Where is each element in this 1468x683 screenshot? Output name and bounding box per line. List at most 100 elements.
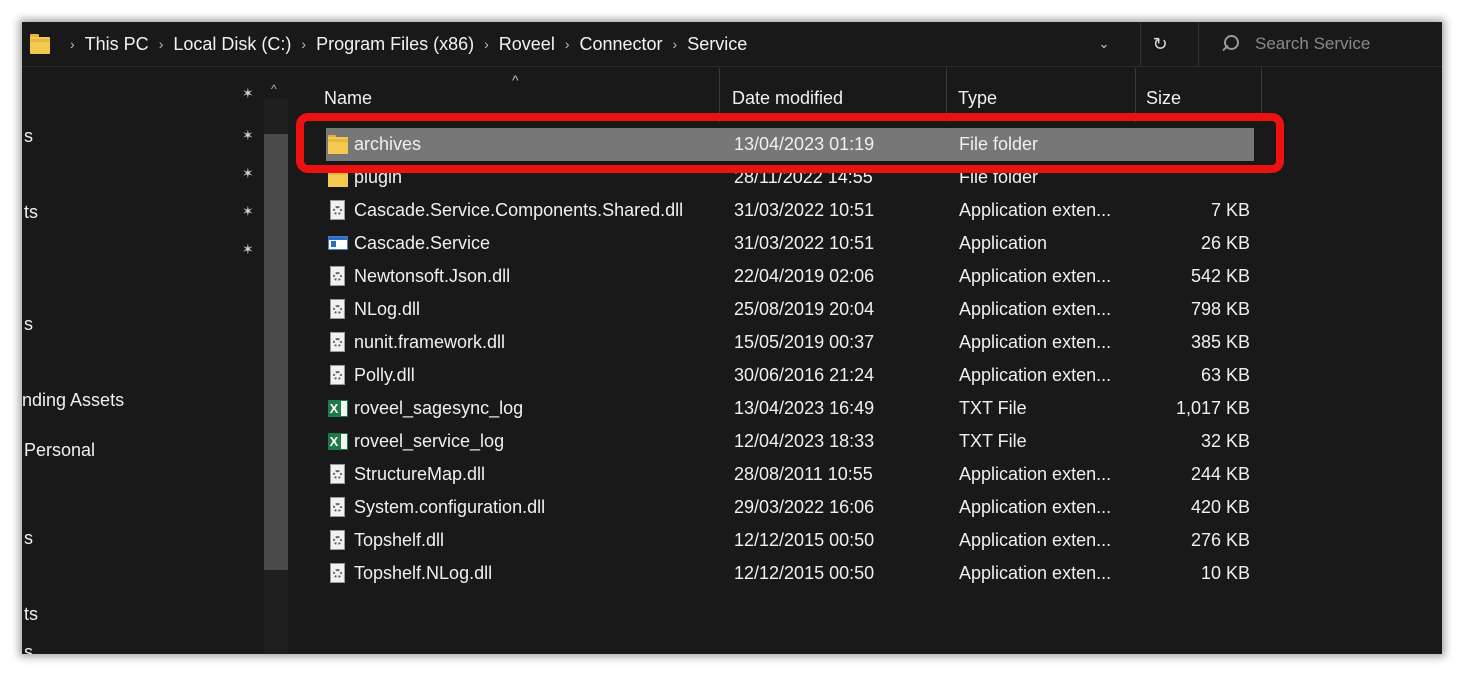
- pin-icon[interactable]: ✶: [242, 86, 256, 100]
- navigation-pane: ^ ✶ ✶ ✶ ✶ ✶ s ts s nding Assets Personal…: [22, 68, 292, 654]
- file-date: 12/12/2015 00:50: [734, 563, 875, 583]
- breadcrumb-local-disk[interactable]: Local Disk (C:): [173, 34, 291, 55]
- nav-item[interactable]: s: [24, 314, 33, 335]
- table-row[interactable]: NLog.dll 25/08/2019 20:04 Application ex…: [326, 293, 1254, 326]
- chevron-right-icon[interactable]: ›: [159, 36, 164, 52]
- chevron-right-icon[interactable]: ›: [565, 36, 570, 52]
- file-type: Application exten...: [959, 332, 1112, 352]
- chevron-right-icon[interactable]: ›: [301, 36, 306, 52]
- dll-icon: [328, 200, 348, 221]
- chevron-right-icon[interactable]: ›: [70, 36, 75, 52]
- pin-icon[interactable]: ✶: [242, 128, 256, 142]
- table-row[interactable]: Polly.dll 30/06/2016 21:24 Application e…: [326, 359, 1254, 392]
- table-row[interactable]: nunit.framework.dll 15/05/2019 00:37 App…: [326, 326, 1254, 359]
- dll-icon: [328, 464, 348, 485]
- breadcrumb-connector[interactable]: Connector: [579, 34, 662, 55]
- file-date: 29/03/2022 16:06: [734, 497, 875, 517]
- file-size: 244 KB: [1190, 464, 1250, 484]
- dll-icon: [328, 365, 348, 386]
- file-size: 385 KB: [1190, 332, 1250, 352]
- chevron-right-icon[interactable]: ›: [673, 36, 678, 52]
- pin-icon[interactable]: ✶: [242, 166, 256, 180]
- file-size: 1,017 KB: [1175, 398, 1250, 418]
- pin-icon[interactable]: ✶: [242, 242, 256, 256]
- file-name: System.configuration.dll: [354, 497, 546, 517]
- chevron-right-icon[interactable]: ›: [484, 36, 489, 52]
- file-name: Topshelf.dll: [354, 530, 445, 550]
- file-size: 7 KB: [1210, 200, 1250, 220]
- file-name: roveel_sagesync_log: [354, 398, 524, 418]
- search-box[interactable]: [1198, 22, 1442, 66]
- file-size: 276 KB: [1190, 530, 1250, 550]
- breadcrumb-service[interactable]: Service: [687, 34, 747, 55]
- file-name: Cascade.Service.Components.Shared.dll: [354, 200, 684, 220]
- file-size: 10 KB: [1200, 563, 1250, 583]
- breadcrumb-program-files[interactable]: Program Files (x86): [316, 34, 474, 55]
- file-type: Application exten...: [959, 299, 1112, 319]
- table-row[interactable]: Newtonsoft.Json.dll 22/04/2019 02:06 App…: [326, 260, 1254, 293]
- nav-item[interactable]: s: [24, 528, 33, 549]
- nav-item[interactable]: ts: [24, 604, 38, 625]
- breadcrumb[interactable]: › This PC › Local Disk (C:) › Program Fi…: [30, 22, 1140, 66]
- file-date: 22/04/2019 02:06: [734, 266, 875, 286]
- nav-item[interactable]: ts: [24, 202, 38, 223]
- file-size: 798 KB: [1190, 299, 1250, 319]
- file-name: NLog.dll: [354, 299, 421, 319]
- file-size: 420 KB: [1190, 497, 1250, 517]
- file-date: 31/03/2022 10:51: [734, 233, 875, 253]
- chevron-down-icon[interactable]: ⌄: [1094, 34, 1114, 54]
- table-row[interactable]: Cascade.Service 31/03/2022 10:51 Applica…: [326, 227, 1254, 260]
- file-size: 63 KB: [1200, 365, 1250, 385]
- breadcrumb-roveel[interactable]: Roveel: [499, 34, 555, 55]
- folder-icon: [30, 33, 52, 55]
- application-icon: [328, 233, 348, 254]
- dll-icon: [328, 563, 348, 584]
- dll-icon: [328, 332, 348, 353]
- table-row[interactable]: Topshelf.NLog.dll 12/12/2015 00:50 Appli…: [326, 557, 1254, 590]
- nav-item[interactable]: s: [24, 126, 33, 147]
- excel-text-icon: X: [328, 431, 348, 452]
- refresh-icon[interactable]: ↻: [1140, 22, 1179, 66]
- nav-item-personal[interactable]: Personal: [24, 440, 95, 461]
- chevron-up-icon[interactable]: ^: [271, 82, 277, 96]
- dll-icon: [328, 299, 348, 320]
- file-name: StructureMap.dll: [354, 464, 486, 484]
- nav-scrollbar-thumb[interactable]: [264, 134, 288, 570]
- file-name: Topshelf.NLog.dll: [354, 563, 493, 583]
- file-name: Cascade.Service: [354, 233, 491, 253]
- dll-icon: [328, 530, 348, 551]
- nav-item[interactable]: s: [24, 642, 33, 654]
- file-type: Application exten...: [959, 563, 1112, 583]
- file-type: Application exten...: [959, 530, 1112, 550]
- file-date: 31/03/2022 10:51: [734, 200, 875, 220]
- file-type: Application exten...: [959, 497, 1112, 517]
- nav-item-landing-assets[interactable]: nding Assets: [22, 390, 124, 411]
- table-row[interactable]: StructureMap.dll 28/08/2011 10:55 Applic…: [326, 458, 1254, 491]
- file-date: 12/04/2023 18:33: [734, 431, 875, 451]
- file-date: 25/08/2019 20:04: [734, 299, 875, 319]
- file-type: Application exten...: [959, 266, 1112, 286]
- table-row[interactable]: X roveel_sagesync_log 13/04/2023 16:49 T…: [326, 392, 1254, 425]
- table-row[interactable]: Cascade.Service.Components.Shared.dll 31…: [326, 194, 1254, 227]
- file-name: Polly.dll: [354, 365, 415, 385]
- dll-icon: [328, 266, 348, 287]
- pin-icon[interactable]: ✶: [242, 204, 256, 218]
- file-name: Newtonsoft.Json.dll: [354, 266, 511, 286]
- file-date: 12/12/2015 00:50: [734, 530, 875, 550]
- excel-text-icon: X: [328, 398, 348, 419]
- file-size: 542 KB: [1190, 266, 1250, 286]
- search-icon: [1221, 35, 1239, 53]
- file-type: Application exten...: [959, 365, 1112, 385]
- table-row[interactable]: X roveel_service_log 12/04/2023 18:33 TX…: [326, 425, 1254, 458]
- address-bar: › This PC › Local Disk (C:) › Program Fi…: [22, 22, 1442, 67]
- file-date: 28/08/2011 10:55: [734, 464, 873, 484]
- table-row[interactable]: Topshelf.dll 12/12/2015 00:50 Applicatio…: [326, 524, 1254, 557]
- file-name: roveel_service_log: [354, 431, 505, 451]
- file-name: nunit.framework.dll: [354, 332, 506, 352]
- file-size: 26 KB: [1200, 233, 1250, 253]
- highlight-outline: [296, 113, 1284, 173]
- breadcrumb-this-pc[interactable]: This PC: [85, 34, 149, 55]
- file-date: 30/06/2016 21:24: [734, 365, 875, 385]
- table-row[interactable]: System.configuration.dll 29/03/2022 16:0…: [326, 491, 1254, 524]
- search-input[interactable]: [1253, 33, 1427, 55]
